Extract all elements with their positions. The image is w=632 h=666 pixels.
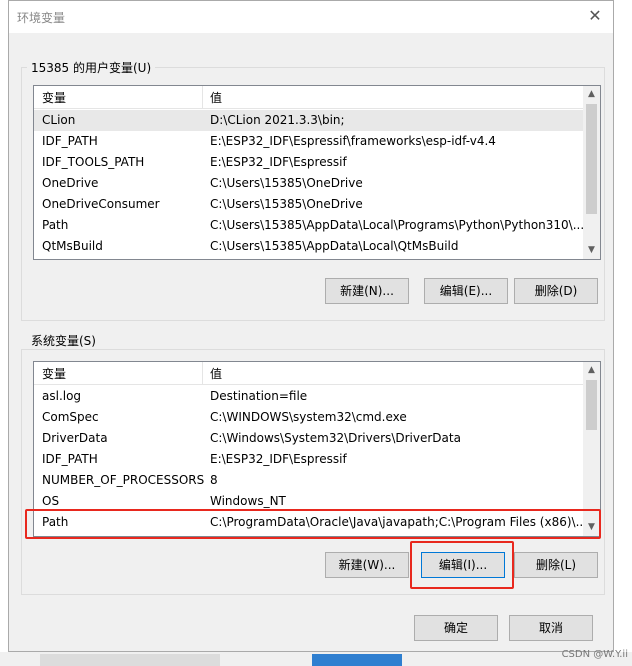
user-new-button[interactable]: 新建(N)...	[325, 278, 409, 304]
column-header-name[interactable]: 变量	[42, 89, 66, 106]
table-row[interactable]: asl.log Destination=file	[34, 386, 583, 407]
row-variable-value: E:\ESP32_IDF\Espressif	[210, 452, 347, 466]
table-row[interactable]: IDF_TOOLS_PATH E:\ESP32_IDF\Espressif	[34, 152, 583, 173]
row-variable-value: E:\ESP32_IDF\Espressif\frameworks\esp-id…	[210, 134, 496, 148]
system-list-scrollbar[interactable]: ▲ ▼	[583, 362, 600, 536]
row-variable-value: C:\Windows\System32\Drivers\DriverData	[210, 431, 461, 445]
row-variable-value: C:\Users\15385\AppData\Local\QtMsBuild	[210, 239, 459, 253]
user-variables-list[interactable]: 变量 值 CLion D:\CLion 2021.3.3\bin; IDF_PA…	[33, 85, 601, 260]
row-variable-value: C:\Users\15385\AppData\Local\Programs\Py…	[210, 218, 585, 232]
row-variable-name: Path	[42, 218, 69, 232]
column-header-value[interactable]: 值	[210, 365, 222, 382]
scroll-up-icon[interactable]: ▲	[583, 362, 600, 379]
user-list-header: 变量 值	[34, 86, 583, 109]
row-variable-name: ComSpec	[42, 410, 99, 424]
row-variable-name: NUMBER_OF_PROCESSORS	[42, 473, 205, 487]
row-variable-name: IDF_PATH	[42, 452, 98, 466]
row-variable-name: Path	[42, 515, 69, 529]
table-row[interactable]: DriverData C:\Windows\System32\Drivers\D…	[34, 428, 583, 449]
column-separator[interactable]	[202, 86, 203, 108]
system-new-button[interactable]: 新建(W)...	[325, 552, 409, 578]
row-variable-value: C:\ProgramData\Oracle\Java\javapath;C:\P…	[210, 515, 588, 529]
table-row[interactable]: IDF_PATH E:\ESP32_IDF\Espressif\framewor…	[34, 131, 583, 152]
environment-variables-dialog: 环境变量 ✕ 15385 的用户变量(U) 变量 值 CLion D:\CLio…	[8, 0, 614, 652]
dialog-title: 环境变量	[17, 11, 66, 25]
row-variable-name: OneDrive	[42, 176, 99, 190]
row-variable-name: QtMsBuild	[42, 239, 103, 253]
scroll-thumb[interactable]	[586, 380, 597, 430]
system-variables-list[interactable]: 变量 值 asl.log Destination=file ComSpec C:…	[33, 361, 601, 537]
table-row[interactable]: OneDrive C:\Users\15385\OneDrive	[34, 173, 583, 194]
column-header-name[interactable]: 变量	[42, 365, 66, 382]
row-variable-value: Destination=file	[210, 389, 308, 403]
table-row[interactable]: IDF_PATH E:\ESP32_IDF\Espressif	[34, 449, 583, 470]
row-variable-name: asl.log	[42, 389, 82, 403]
user-list-scrollbar[interactable]: ▲ ▼	[583, 86, 600, 259]
row-variable-value: C:\Users\15385\OneDrive	[210, 176, 363, 190]
scroll-down-icon[interactable]: ▼	[583, 519, 600, 536]
cancel-button[interactable]: 取消	[509, 615, 593, 641]
background-taskbar-strip	[0, 652, 632, 666]
title-bar: 环境变量 ✕	[9, 1, 613, 33]
system-variables-label: 系统变量(S)	[27, 332, 100, 349]
table-row[interactable]: OS Windows_NT	[34, 491, 583, 512]
row-variable-value: 8	[210, 473, 218, 487]
row-variable-value: Windows_NT	[210, 494, 286, 508]
row-variable-value: E:\ESP32_IDF\Espressif	[210, 155, 347, 169]
table-row[interactable]: NUMBER_OF_PROCESSORS 8	[34, 470, 583, 491]
row-variable-name: OneDriveConsumer	[42, 197, 160, 211]
row-variable-name: DriverData	[42, 431, 108, 445]
watermark: CSDN @W.Y.ii	[561, 649, 628, 660]
table-row[interactable]: CLion D:\CLion 2021.3.3\bin;	[34, 110, 583, 131]
user-variables-label: 15385 的用户变量(U)	[27, 59, 156, 76]
row-variable-value: C:\WINDOWS\system32\cmd.exe	[210, 410, 407, 424]
scroll-thumb[interactable]	[586, 104, 597, 214]
row-variable-value: C:\Users\15385\OneDrive	[210, 197, 363, 211]
system-edit-button[interactable]: 编辑(I)...	[421, 552, 505, 578]
background-window-right	[614, 0, 632, 666]
row-variable-name: IDF_PATH	[42, 134, 98, 148]
user-edit-button[interactable]: 编辑(E)...	[424, 278, 508, 304]
table-row[interactable]: QtMsBuild C:\Users\15385\AppData\Local\Q…	[34, 236, 583, 257]
scroll-down-icon[interactable]: ▼	[583, 242, 600, 259]
column-header-value[interactable]: 值	[210, 89, 222, 106]
row-variable-name: IDF_TOOLS_PATH	[42, 155, 145, 169]
row-variable-name: CLion	[42, 113, 76, 127]
column-separator[interactable]	[202, 362, 203, 384]
scroll-up-icon[interactable]: ▲	[583, 86, 600, 103]
table-row[interactable]: ComSpec C:\WINDOWS\system32\cmd.exe	[34, 407, 583, 428]
system-delete-button[interactable]: 删除(L)	[514, 552, 598, 578]
table-row[interactable]: OneDriveConsumer C:\Users\15385\OneDrive	[34, 194, 583, 215]
background-window-left	[0, 0, 8, 666]
row-variable-value: D:\CLion 2021.3.3\bin;	[210, 113, 345, 127]
system-list-header: 变量 值	[34, 362, 583, 385]
table-row[interactable]: Path C:\ProgramData\Oracle\Java\javapath…	[34, 512, 587, 533]
table-row[interactable]: Path C:\Users\15385\AppData\Local\Progra…	[34, 215, 585, 236]
user-delete-button[interactable]: 删除(D)	[514, 278, 598, 304]
ok-button[interactable]: 确定	[414, 615, 498, 641]
row-variable-name: OS	[42, 494, 60, 508]
close-icon[interactable]: ✕	[585, 6, 605, 25]
